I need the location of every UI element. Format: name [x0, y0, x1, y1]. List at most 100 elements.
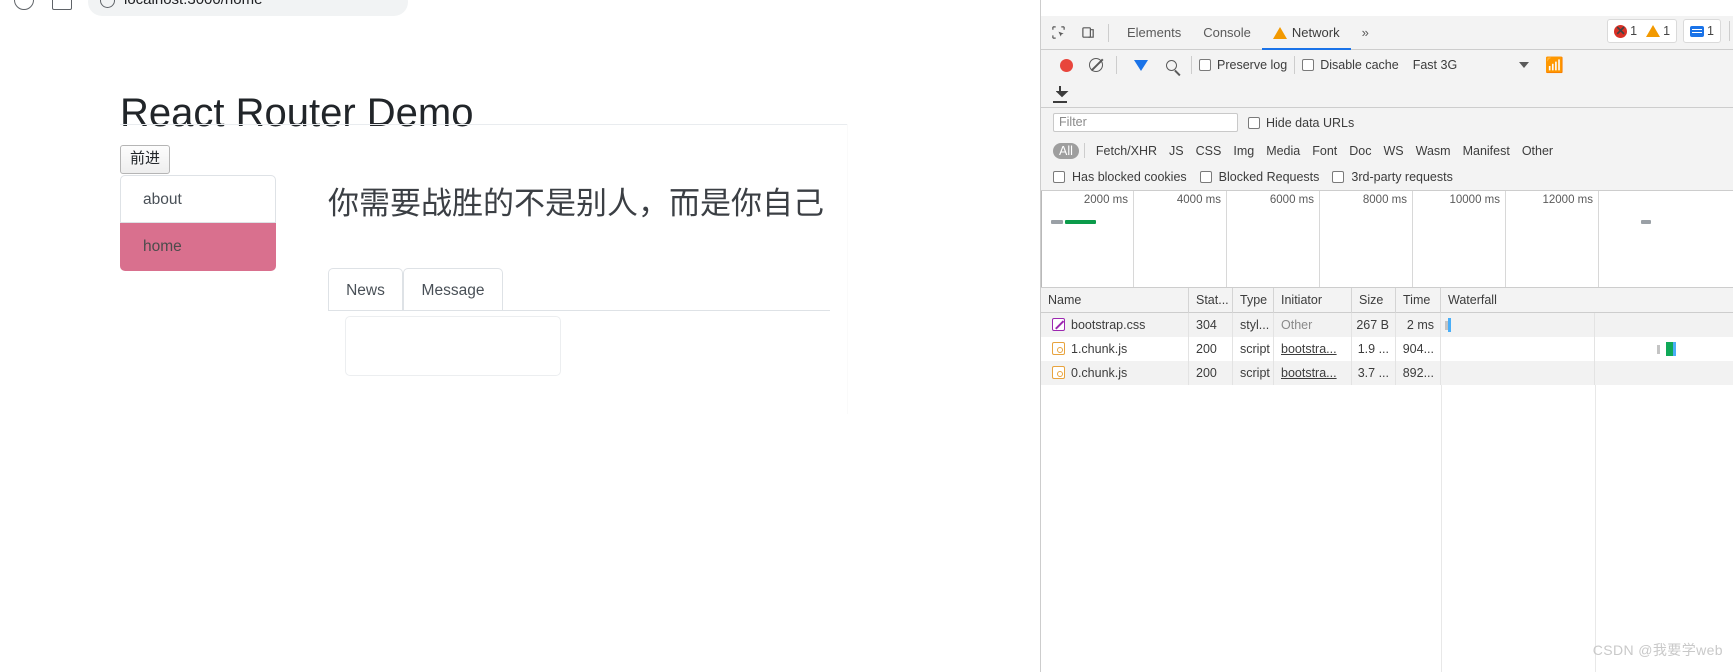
address-bar[interactable]: localhost:3000/home [88, 0, 408, 16]
back-arrow-icon[interactable] [14, 0, 34, 10]
type-filter-css[interactable]: CSS [1190, 143, 1228, 159]
more-tabs-icon[interactable]: » [1351, 16, 1380, 50]
type-filter-img[interactable]: Img [1227, 143, 1260, 159]
column-header-status[interactable]: Stat... [1189, 288, 1233, 313]
toolbar-divider [1108, 23, 1109, 42]
type-filter-fetch-xhr[interactable]: Fetch/XHR [1090, 143, 1163, 159]
tab-console[interactable]: Console [1192, 16, 1262, 50]
cell-waterfall-ext [1595, 361, 1733, 385]
timeline-cell: 8000 ms [1320, 191, 1413, 287]
tab-network-label: Network [1291, 24, 1340, 40]
type-filter-doc[interactable]: Doc [1343, 143, 1377, 159]
table-column-rule [1441, 385, 1442, 672]
sidebar-item-home[interactable]: home [120, 223, 276, 271]
disable-cache-checkbox[interactable] [1302, 59, 1315, 71]
has-blocked-cookies-label: Has blocked cookies [1072, 170, 1187, 184]
type-filter-wasm[interactable]: Wasm [1410, 143, 1457, 159]
more-tabs-label: » [1361, 24, 1369, 40]
forward-button[interactable]: 前进 [120, 145, 171, 174]
cell-name: bootstrap.css [1041, 313, 1189, 337]
type-filter-manifest[interactable]: Manifest [1457, 143, 1516, 159]
title-divider [120, 124, 848, 125]
type-filter-js[interactable]: JS [1163, 143, 1190, 159]
clear-icon[interactable] [1083, 52, 1109, 78]
cell-time: 892... [1396, 361, 1441, 385]
timeline-cell: 6000 ms [1227, 191, 1320, 287]
issue-counters[interactable]: ✕ 1 1 [1607, 19, 1678, 43]
type-divider [1083, 143, 1085, 158]
tab-content-panel [345, 316, 561, 376]
has-blocked-cookies-checkbox[interactable] [1053, 171, 1065, 183]
devtools-status-badges: ✕ 1 1 1 [1601, 19, 1730, 43]
waterfall-bar [1448, 318, 1451, 332]
message-icon [1690, 25, 1705, 37]
error-icon: ✕ [1614, 23, 1628, 38]
cell-initiator: Other [1274, 313, 1352, 337]
record-icon[interactable] [1053, 52, 1079, 78]
type-filter-font[interactable]: Font [1306, 143, 1343, 159]
column-header-name[interactable]: Name [1041, 288, 1189, 313]
cell-type: script [1233, 361, 1274, 385]
timeline-tick-label: 6000 ms [1269, 194, 1314, 206]
column-header-initiator[interactable]: Initiator [1274, 288, 1352, 313]
content-tabstrip: News Message [328, 268, 830, 311]
tab-elements-label: Elements [1127, 24, 1182, 40]
cell-status: 200 [1189, 361, 1233, 385]
timeline-cell: 10000 ms [1413, 191, 1506, 287]
export-har-icon[interactable] [1053, 86, 1067, 103]
throttling-select[interactable]: Fast 3G [1413, 58, 1457, 72]
table-header-row: Name Stat... Type Initiator Size Time Wa… [1041, 288, 1733, 313]
tab-message[interactable]: Message [403, 268, 503, 311]
cell-name: 0.chunk.js [1041, 361, 1189, 385]
column-header-waterfall[interactable]: Waterfall [1441, 288, 1733, 313]
cell-size: 267 B [1352, 313, 1396, 337]
tab-network[interactable]: Network [1262, 16, 1351, 50]
message-count: 1 [1707, 24, 1714, 38]
search-icon[interactable] [1158, 52, 1184, 78]
network-overview-timeline[interactable]: 2000 ms 4000 ms 6000 ms 8000 ms 10000 ms… [1041, 191, 1733, 288]
site-info-icon[interactable] [100, 0, 115, 8]
cell-initiator[interactable]: bootstra... [1274, 361, 1352, 385]
tab-elements[interactable]: Elements [1116, 16, 1192, 50]
timeline-tick-label: 10000 ms [1449, 194, 1500, 206]
third-party-requests-checkbox[interactable] [1332, 171, 1345, 183]
column-header-type[interactable]: Type [1233, 288, 1274, 313]
disable-cache-label: Disable cache [1320, 58, 1399, 72]
table-row[interactable]: 1.chunk.js 200 script bootstra... 1.9 ..… [1041, 337, 1733, 361]
column-header-size[interactable]: Size [1352, 288, 1396, 313]
blocked-requests-checkbox[interactable] [1199, 171, 1212, 183]
table-row[interactable]: 0.chunk.js 200 script bootstra... 3.7 ..… [1041, 361, 1733, 385]
network-export-row [1041, 80, 1733, 108]
route-nav-list: about home [120, 175, 276, 271]
filter-input[interactable]: Filter [1053, 113, 1238, 132]
preserve-log-label: Preserve log [1217, 58, 1288, 72]
network-filter-row: Filter Hide data URLs [1041, 108, 1733, 137]
type-filter-ws[interactable]: WS [1377, 143, 1409, 159]
cell-time: 2 ms [1396, 313, 1441, 337]
type-filter-other[interactable]: Other [1516, 143, 1559, 159]
cell-initiator[interactable]: bootstra... [1274, 337, 1352, 361]
inspect-element-icon[interactable] [1045, 20, 1071, 46]
message-counter[interactable]: 1 [1683, 19, 1721, 43]
column-header-time[interactable]: Time [1396, 288, 1441, 313]
warning-count: 1 [1663, 24, 1671, 38]
tab-news[interactable]: News [328, 268, 403, 311]
network-conditions-icon[interactable]: 📶 [1545, 56, 1564, 74]
cell-status: 304 [1189, 313, 1233, 337]
sidebar-item-about[interactable]: about [120, 175, 276, 223]
preserve-log-checkbox[interactable] [1199, 59, 1211, 71]
cell-waterfall [1441, 337, 1595, 361]
filter-icon[interactable] [1128, 52, 1154, 78]
type-filter-all[interactable]: All [1053, 142, 1079, 159]
cell-waterfall [1441, 361, 1595, 385]
table-row[interactable]: bootstrap.css 304 styl... Other 267 B 2 … [1041, 313, 1733, 337]
resource-type-filters: All Fetch/XHR JS CSS Img Media Font Doc … [1041, 137, 1733, 164]
timeline-cell: 12000 ms [1506, 191, 1599, 287]
blocked-requests-label: Blocked Requests [1218, 170, 1320, 184]
quote-text: 你需要战胜的不是别人，而是你自己 [328, 186, 824, 221]
type-filter-media[interactable]: Media [1260, 143, 1306, 159]
device-toolbar-icon[interactable] [1075, 20, 1101, 46]
bookmark-icon[interactable] [52, 0, 72, 10]
hide-data-urls-checkbox[interactable] [1248, 116, 1260, 129]
chevron-down-icon[interactable] [1519, 62, 1530, 68]
